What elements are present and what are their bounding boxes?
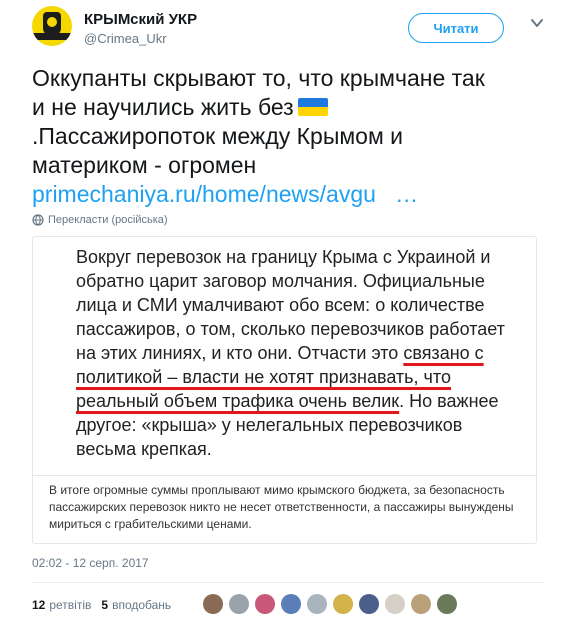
divider (32, 582, 544, 583)
follow-button[interactable]: Читати (408, 13, 504, 43)
tweet-line: материком - огромен (32, 152, 257, 178)
globe-icon (32, 214, 44, 226)
tweet-stats: 12 ретвітів 5 вподобань (32, 598, 171, 612)
avatar-9-icon[interactable] (411, 594, 431, 614)
tweet-text: Оккупанты скрывают то, что крымчане так … (32, 64, 532, 209)
tweet-line: и не научились жить без (32, 93, 532, 122)
tweet-link[interactable]: primechaniya.ru/home/news/avgu … (32, 180, 532, 209)
tweet-line: Оккупанты скрывают то, что крымчане так (32, 65, 485, 91)
account-name[interactable]: КРЫМский УКР (84, 11, 197, 28)
tweet-header: КРЫМский УКР @Crimea_Ukr Читати (32, 6, 544, 50)
avatar-1-icon[interactable] (203, 594, 223, 614)
retweets-stat[interactable]: 12 ретвітів (32, 598, 91, 612)
avatar-4-icon[interactable] (281, 594, 301, 614)
tweet-line: .Пассажиропоток между Крымом и (32, 123, 403, 149)
avatar-10-icon[interactable] (437, 594, 457, 614)
article-quote: Вокруг перевозок на границу Крыма с Укра… (76, 247, 505, 459)
avatar-2-icon[interactable] (229, 594, 249, 614)
translate-link[interactable]: Перекласти (російська) (32, 214, 168, 226)
liker-avatars (203, 594, 463, 614)
translate-label[interactable]: Перекласти (російська) (48, 214, 168, 226)
avatar-8-icon[interactable] (385, 594, 405, 614)
avatar-3-icon[interactable] (255, 594, 275, 614)
article-summary: В итоге огромные суммы проплывают мимо к… (49, 483, 514, 531)
account-avatar[interactable] (32, 6, 72, 46)
card-divider (33, 475, 536, 476)
account-handle[interactable]: @Crimea_Ukr (84, 31, 167, 46)
ukraine-flag-icon (297, 98, 328, 116)
likes-stat[interactable]: 5 вподобань (101, 598, 171, 612)
avatar-7-icon[interactable] (359, 594, 379, 614)
tweet-timestamp[interactable]: 02:02 - 12 серп. 2017 (32, 556, 149, 570)
avatar-6-icon[interactable] (333, 594, 353, 614)
chevron-down-icon[interactable] (530, 16, 544, 30)
image-card[interactable]: Вокруг перевозок на границу Крыма с Укра… (32, 236, 537, 544)
avatar-5-icon[interactable] (307, 594, 327, 614)
